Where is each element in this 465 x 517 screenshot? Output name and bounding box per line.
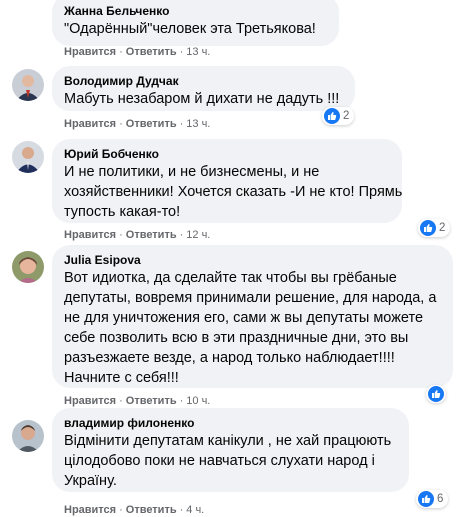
comment-bubble: Юрий Бобченко И не политики, и не бизнес…	[52, 139, 402, 223]
comment-text-line: тупость какая-то!	[64, 204, 181, 220]
avatar[interactable]	[12, 420, 44, 452]
reply-link[interactable]: Ответить	[126, 118, 177, 130]
reactions-summary[interactable]: 2	[418, 219, 451, 237]
comment-timestamp[interactable]: 4 ч.	[186, 504, 204, 516]
comment-text-line: "Одарённый"человек эта Третьякова!	[64, 21, 316, 37]
comment-text-line: депутаты, вовремя принимали решение, для…	[64, 290, 437, 306]
comment-text-line: не для уничтожения его, сами ж вы депута…	[64, 310, 424, 326]
like-link[interactable]: Нравится	[64, 504, 116, 516]
reaction-count: 2	[343, 110, 350, 122]
comment-text-line: Мабуть незабаром й дихати не дадуть !!!	[64, 91, 340, 107]
comment-text-line: Україну.	[64, 473, 117, 489]
comment-text-line: разъезжаете везде, а народ только наблюд…	[64, 350, 395, 366]
comment-bubble: владимир филоненко Відмінити депутатам к…	[52, 408, 409, 492]
like-thumb-icon	[324, 108, 340, 124]
comment-actions: Нравится · Ответить · 10 ч.	[64, 395, 211, 407]
reaction-count: 2	[439, 222, 446, 234]
comment-timestamp[interactable]: 13 ч.	[186, 118, 210, 130]
like-link[interactable]: Нравится	[64, 118, 116, 130]
reply-link[interactable]: Ответить	[126, 504, 177, 516]
like-thumb-icon	[418, 491, 434, 507]
comment-text-line: цілодобово поки не навчаться слухати нар…	[64, 453, 375, 469]
comment-author[interactable]: Julia Esipova	[64, 252, 441, 268]
reaction-count: 6	[437, 493, 444, 505]
comment-actions: Нравится · Ответить · 4 ч.	[64, 504, 205, 516]
avatar[interactable]	[12, 251, 44, 283]
comment-actions: Нравится · Ответить · 13 ч.	[64, 46, 211, 58]
avatar[interactable]	[12, 69, 44, 101]
comment-author[interactable]: владимир филоненко	[64, 415, 397, 431]
reactions-summary[interactable]	[426, 385, 446, 403]
reactions-summary[interactable]: 2	[322, 107, 355, 125]
reply-link[interactable]: Ответить	[126, 46, 177, 58]
reply-link[interactable]: Ответить	[126, 229, 177, 241]
comment-text-line: Вот идиотка, да сделайте так чтобы вы гр…	[64, 270, 397, 286]
comment-timestamp[interactable]: 13 ч.	[186, 46, 210, 58]
like-thumb-icon	[420, 220, 436, 236]
comment-actions: Нравится · Ответить · 13 ч.	[64, 118, 211, 130]
comment-timestamp[interactable]: 12 ч.	[186, 229, 210, 241]
comment-text-line: хозяйственники! Хочется сказать -И не кт…	[64, 184, 403, 200]
comment-author[interactable]: Юрий Бобченко	[64, 146, 390, 162]
reactions-summary[interactable]: 6	[416, 490, 449, 508]
comment-author[interactable]: Володимир Дудчак	[64, 73, 343, 89]
comment-text-line: И не политики, и не бизнесмены, и не	[64, 164, 320, 180]
like-link[interactable]: Нравится	[64, 395, 116, 407]
like-thumb-icon	[428, 386, 444, 402]
like-link[interactable]: Нравится	[64, 229, 116, 241]
comment-text-line: Відмінити депутатам канікули , не хай пр…	[64, 433, 392, 449]
comment-timestamp[interactable]: 10 ч.	[186, 395, 210, 407]
reply-link[interactable]: Ответить	[126, 395, 177, 407]
like-link[interactable]: Нравится	[64, 46, 116, 58]
comment-text-line: Начните с себя!!!	[64, 370, 179, 386]
avatar[interactable]	[12, 141, 44, 173]
comment-bubble: Жанна Бельченко "Одарённый"человек эта Т…	[52, 0, 339, 46]
comment-actions: Нравится · Ответить · 12 ч.	[64, 229, 211, 241]
comment-bubble: Julia Esipova Вот идиотка, да сделайте т…	[52, 245, 453, 388]
comment-author[interactable]: Жанна Бельченко	[64, 3, 327, 19]
comment-bubble: Володимир Дудчак Мабуть незабаром й диха…	[52, 66, 355, 111]
comment-text-line: себе позволить всю в эти праздничные дни…	[64, 330, 409, 346]
